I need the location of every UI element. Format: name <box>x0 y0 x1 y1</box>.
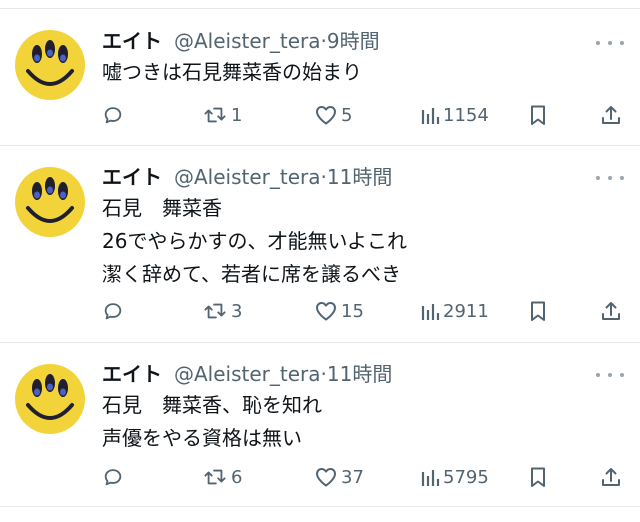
views-button[interactable]: 2911 <box>420 296 489 326</box>
tweet-header: エイト @Aleister_tera·11時間 <box>102 359 392 389</box>
tweet-text-line: 26でやらかすの、才能無いよこれ <box>102 229 408 253</box>
tweet-text-line: 嘘つきは石見舞菜香の始まり <box>102 60 362 84</box>
tweet-actions: 3 15 2911 <box>0 296 640 326</box>
retweet-count: 1 <box>231 104 243 126</box>
retweet-icon <box>204 303 226 319</box>
feed-divider <box>0 506 640 507</box>
retweet-icon <box>204 469 226 485</box>
timeline-feed: エイト @Aleister_tera·9時間 嘘つきは石見舞菜香の始まり 1 5 … <box>0 0 640 522</box>
bookmark-icon <box>531 301 545 321</box>
bookmark-icon <box>531 105 545 125</box>
share-button[interactable] <box>600 462 622 492</box>
timestamp[interactable]: 9時間 <box>327 29 380 53</box>
timestamp[interactable]: 11時間 <box>327 165 392 189</box>
tweet-text: 石見 舞菜香 26でやらかすの、才能無いよこれ 潔く辞めて、若者に席を譲るべき <box>102 192 407 291</box>
tweet-text-line: 石見 舞菜香、恥を知れ <box>102 393 322 417</box>
tweet-text: 嘘つきは石見舞菜香の始まり <box>102 56 362 89</box>
display-name[interactable]: エイト <box>102 165 162 189</box>
bookmark-button[interactable] <box>528 100 548 130</box>
reply-button[interactable] <box>102 100 124 130</box>
view-count: 2911 <box>443 300 489 322</box>
avatar[interactable] <box>14 166 86 238</box>
retweet-button[interactable]: 3 <box>202 296 242 326</box>
reply-icon <box>104 469 122 486</box>
bookmark-button[interactable] <box>528 462 548 492</box>
bookmark-button[interactable] <box>528 296 548 326</box>
timestamp[interactable]: 11時間 <box>327 362 392 386</box>
views-button[interactable]: 1154 <box>420 100 489 130</box>
retweet-icon <box>204 107 226 123</box>
like-button[interactable]: 37 <box>314 462 364 492</box>
like-button[interactable]: 15 <box>314 296 364 326</box>
view-count: 1154 <box>443 104 489 126</box>
like-button[interactable]: 5 <box>314 100 352 130</box>
like-count: 15 <box>341 300 364 322</box>
share-icon <box>602 106 620 124</box>
retweet-count: 3 <box>231 300 243 322</box>
display-name[interactable]: エイト <box>102 362 162 386</box>
tweet[interactable]: エイト @Aleister_tera·9時間 嘘つきは石見舞菜香の始まり 1 5 … <box>0 9 640 145</box>
views-button[interactable]: 5795 <box>420 462 489 492</box>
tweet-actions: 6 37 5795 <box>0 462 640 492</box>
views-icon <box>421 470 440 486</box>
tweet[interactable]: エイト @Aleister_tera·11時間 石見 舞菜香 26でやらかすの、才… <box>0 146 640 342</box>
retweet-button[interactable]: 1 <box>202 100 242 130</box>
user-handle[interactable]: @Aleister_tera <box>174 362 321 386</box>
display-name[interactable]: エイト <box>102 29 162 53</box>
avatar[interactable] <box>14 29 86 101</box>
bookmark-icon <box>531 467 545 487</box>
views-icon <box>421 108 440 124</box>
heart-icon <box>316 302 336 321</box>
more-icon[interactable] <box>596 365 624 385</box>
views-icon <box>421 304 440 320</box>
like-count: 5 <box>341 104 353 126</box>
tweet-header: エイト @Aleister_tera·9時間 <box>102 26 380 56</box>
heart-icon <box>316 468 336 487</box>
share-button[interactable] <box>600 100 622 130</box>
user-handle[interactable]: @Aleister_tera <box>174 29 321 53</box>
tweet-text-line: 石見 舞菜香 <box>102 196 222 220</box>
reply-icon <box>104 107 122 124</box>
share-button[interactable] <box>600 296 622 326</box>
retweet-button[interactable]: 6 <box>202 462 242 492</box>
tweet-text-line: 潔く辞めて、若者に席を譲るべき <box>102 262 401 286</box>
heart-icon <box>316 106 336 125</box>
reply-button[interactable] <box>102 462 124 492</box>
tweet[interactable]: エイト @Aleister_tera·11時間 石見 舞菜香、恥を知れ 声優をやる… <box>0 343 640 506</box>
tweet-text-line: 声優をやる資格は無い <box>102 426 302 450</box>
view-count: 5795 <box>443 466 489 488</box>
reply-icon <box>104 303 122 320</box>
more-icon[interactable] <box>596 168 624 188</box>
tweet-text: 石見 舞菜香、恥を知れ 声優をやる資格は無い <box>102 389 322 455</box>
user-handle[interactable]: @Aleister_tera <box>174 165 321 189</box>
tweet-actions: 1 5 1154 <box>0 100 640 130</box>
share-icon <box>602 302 620 320</box>
tweet-header: エイト @Aleister_tera·11時間 <box>102 162 392 192</box>
reply-button[interactable] <box>102 296 124 326</box>
like-count: 37 <box>341 466 364 488</box>
retweet-count: 6 <box>231 466 243 488</box>
more-icon[interactable] <box>596 33 624 53</box>
share-icon <box>602 468 620 486</box>
avatar[interactable] <box>14 363 86 435</box>
